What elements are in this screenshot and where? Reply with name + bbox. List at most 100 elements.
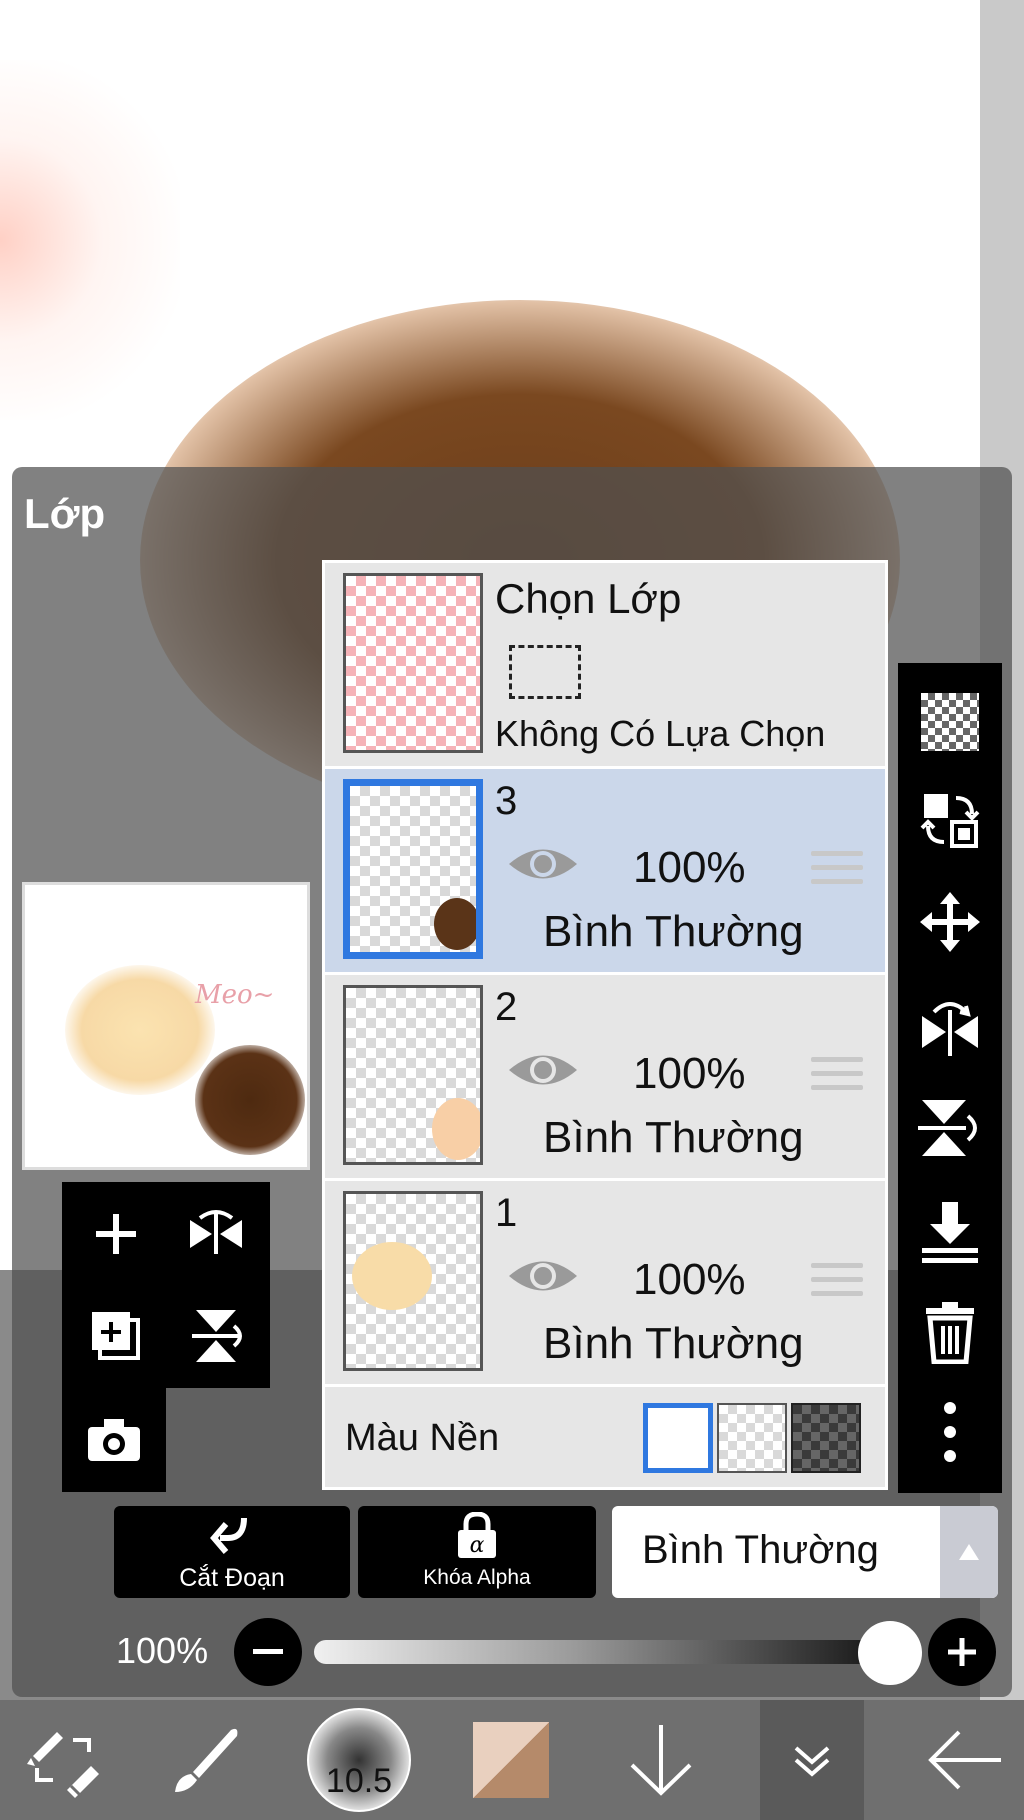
layer-tools-top <box>62 1182 270 1388</box>
eye-icon <box>509 1261 577 1291</box>
brown-cat-thumb <box>434 898 476 950</box>
bottom-toolbar: 10.5 <box>0 1700 1024 1820</box>
visibility-toggle[interactable] <box>507 1047 579 1098</box>
cat-drawing-brown <box>195 1045 305 1155</box>
more-vertical-icon <box>944 1402 956 1462</box>
panel-title: Lớp <box>24 490 106 537</box>
right-toolbar <box>898 663 1002 1493</box>
selection-layer-row[interactable]: Chọn Lớp Không Có Lựa Chọn <box>325 563 885 769</box>
add-layer-button[interactable] <box>66 1184 166 1284</box>
layer-opacity: 100% <box>633 843 746 892</box>
layer-name: 2 <box>495 985 518 1029</box>
preview-caption: Meo~ <box>195 980 275 1010</box>
duplicate-layer-button[interactable] <box>66 1286 166 1386</box>
opacity-slider[interactable] <box>314 1640 894 1664</box>
flip-vertical-icon <box>192 1310 242 1362</box>
layer-blend-mode: Bình Thường <box>543 1319 804 1368</box>
visibility-toggle[interactable] <box>507 1253 579 1304</box>
layer-opacity: 100% <box>633 1255 746 1304</box>
flip-vertical-button[interactable] <box>898 1083 1002 1173</box>
delete-layer-button[interactable] <box>898 1287 1002 1377</box>
canvas-paint-stroke <box>0 60 180 420</box>
background-color-label: Màu Nền <box>345 1417 500 1459</box>
layer-blend-mode: Bình Thường <box>543 1113 804 1162</box>
brush-size-button[interactable]: 10.5 <box>304 1700 414 1820</box>
layer-thumbnail <box>343 985 483 1165</box>
duplicate-icon <box>92 1312 140 1360</box>
brush-tool-button[interactable] <box>150 1700 260 1820</box>
opacity-slider-handle[interactable] <box>858 1621 922 1685</box>
swap-layer-button[interactable] <box>898 775 1002 865</box>
drag-handle[interactable] <box>811 1057 863 1099</box>
flip-horizontal-button[interactable] <box>898 981 1002 1071</box>
arrow-left-icon <box>928 1730 1001 1790</box>
camera-icon <box>88 1419 140 1461</box>
blend-mode-select[interactable]: Bình Thường <box>612 1506 998 1598</box>
cat-drawing-cream <box>65 965 215 1095</box>
dropdown-arrow[interactable] <box>940 1506 998 1598</box>
bg-dark-option[interactable] <box>791 1403 861 1473</box>
lock-icon: α <box>458 1512 496 1558</box>
layer-opacity: 100% <box>633 1049 746 1098</box>
color-picker-button[interactable] <box>456 1700 566 1820</box>
transparency-button[interactable] <box>898 677 1002 767</box>
more-options-button[interactable] <box>898 1387 1002 1477</box>
layer-thumbnail <box>343 779 483 959</box>
drag-handle[interactable] <box>811 1263 863 1305</box>
selection-status: Không Có Lựa Chọn <box>495 713 826 754</box>
layer-row[interactable]: 2 100% Bình Thường <box>325 975 885 1181</box>
minus-icon <box>253 1649 283 1654</box>
layer-row[interactable]: 1 100% Bình Thường <box>325 1181 885 1387</box>
selection-marquee-icon <box>509 645 581 699</box>
svg-text:α: α <box>470 1533 485 1558</box>
flip-horizontal-icon <box>922 1002 978 1056</box>
alpha-lock-button[interactable]: α Khóa Alpha <box>358 1506 596 1598</box>
plus-icon <box>96 1214 136 1254</box>
eye-icon <box>509 849 577 879</box>
flip-vertical-icon <box>918 1100 977 1156</box>
brush-icon <box>175 1728 238 1792</box>
bg-white-option[interactable] <box>643 1403 713 1473</box>
tool-switch-button[interactable] <box>8 1700 118 1820</box>
layer-name: 1 <box>495 1191 518 1235</box>
flip-horizontal-button[interactable] <box>166 1184 266 1284</box>
drag-handle[interactable] <box>811 851 863 893</box>
move-icon <box>920 892 980 952</box>
layer-blend-mode: Bình Thường <box>543 907 804 956</box>
layer-list: Chọn Lớp Không Có Lựa Chọn 3 100% Bình T… <box>322 560 888 1490</box>
clipping-button[interactable]: Cắt Đoạn <box>114 1506 350 1598</box>
plus-icon <box>948 1638 976 1666</box>
background-color-row: Màu Nền <box>325 1387 885 1487</box>
back-button[interactable] <box>910 1700 1020 1820</box>
flip-horizontal-icon <box>190 1210 242 1254</box>
camera-button[interactable] <box>64 1390 164 1490</box>
merge-down-icon <box>922 1202 978 1263</box>
layer-name: 3 <box>495 779 518 823</box>
visibility-toggle[interactable] <box>507 841 579 892</box>
bg-transparent-option[interactable] <box>717 1403 787 1473</box>
arrow-down-icon <box>630 1725 692 1796</box>
layer-thumbnail <box>343 1191 483 1371</box>
merge-down-button[interactable] <box>898 1187 1002 1277</box>
alpha-lock-label: Khóa Alpha <box>423 1566 531 1589</box>
pen-eraser-swap-icon <box>27 1732 99 1798</box>
current-color-swatch <box>473 1722 549 1798</box>
layer-panel-toggle[interactable] <box>760 1700 864 1820</box>
trash-icon <box>926 1302 974 1364</box>
caret-up-icon <box>959 1544 979 1560</box>
eye-icon <box>509 1055 577 1085</box>
opacity-increase-button[interactable] <box>928 1618 996 1686</box>
layer-tools-bottom <box>62 1388 166 1492</box>
layer-row[interactable]: 3 100% Bình Thường <box>325 769 885 975</box>
opacity-decrease-button[interactable] <box>234 1618 302 1686</box>
selection-layer-title: Chọn Lớp <box>495 575 682 622</box>
selection-layer-thumbnail <box>343 573 483 753</box>
canvas-preview[interactable]: Meo~ <box>22 882 310 1170</box>
checker-icon <box>921 693 979 751</box>
clipping-label: Cắt Đoạn <box>179 1564 285 1592</box>
swap-icon <box>920 794 980 848</box>
flip-vertical-button[interactable] <box>166 1286 266 1386</box>
down-arrow-button[interactable] <box>606 1700 716 1820</box>
double-chevron-down-icon <box>794 1746 830 1777</box>
move-layer-button[interactable] <box>898 877 1002 967</box>
